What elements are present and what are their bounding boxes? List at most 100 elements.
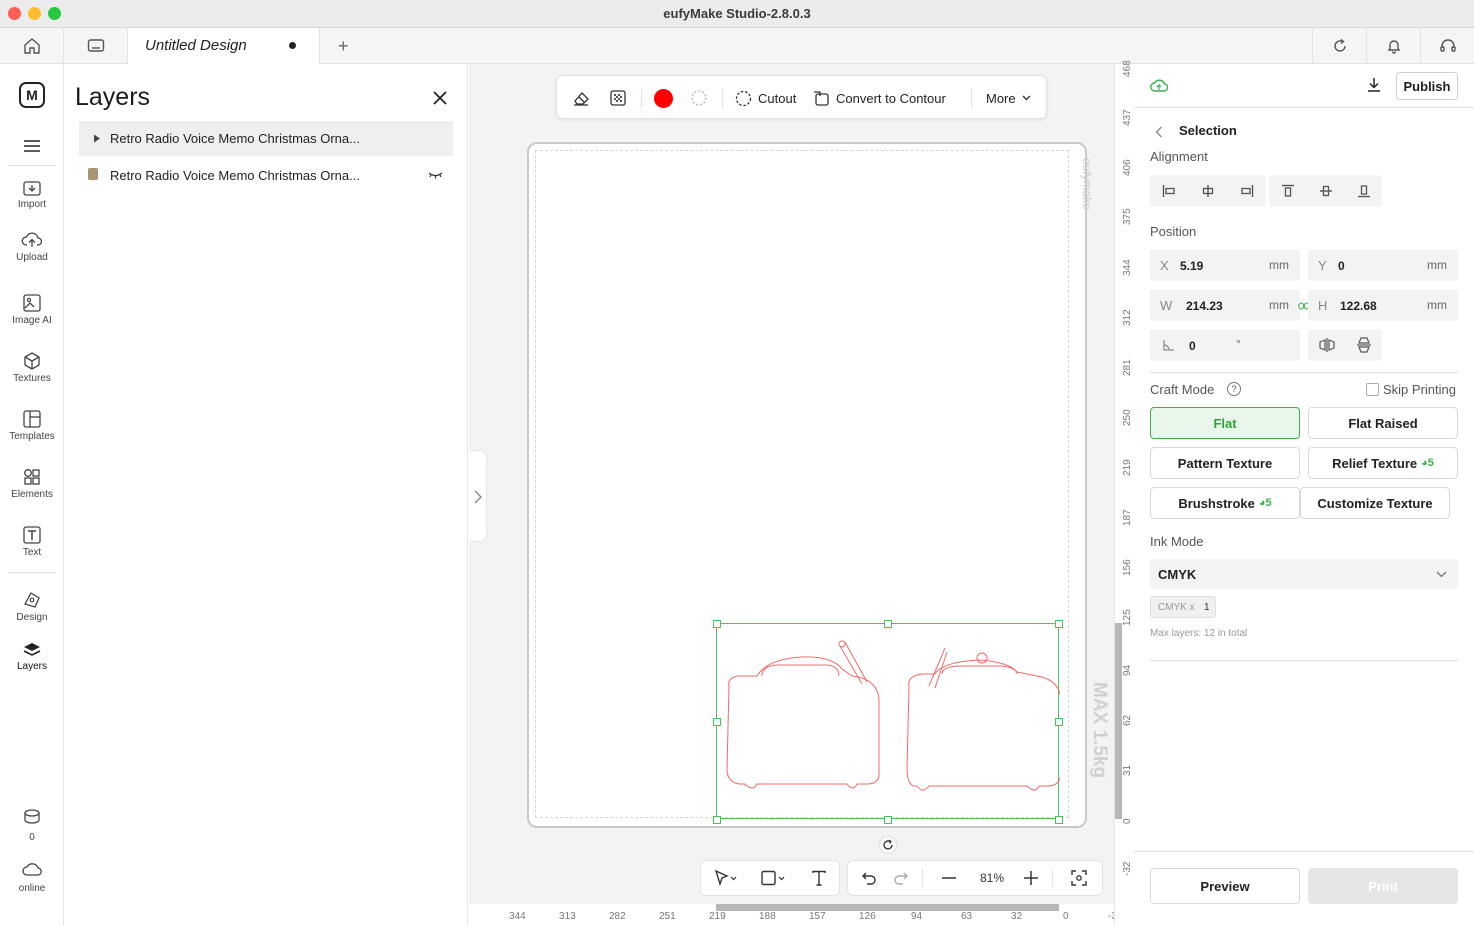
menu-button[interactable]: [23, 139, 41, 158]
align-top-button[interactable]: [1269, 176, 1307, 206]
undo-button[interactable]: [854, 861, 884, 895]
ink-mode-select[interactable]: CMYK: [1150, 559, 1458, 589]
y-key: Y: [1318, 258, 1327, 273]
close-panel-button[interactable]: [432, 90, 448, 111]
rotate-handle[interactable]: [879, 836, 897, 854]
align-center-button[interactable]: [1189, 176, 1227, 206]
layer-row[interactable]: Retro Radio Voice Memo Christmas Orna...: [79, 158, 453, 193]
fit-screen-icon: [1071, 870, 1087, 886]
horizontal-ruler: 344 313 282 251 219 188 157 126 94 63 32…: [469, 904, 1114, 926]
nav-layers[interactable]: Layers: [0, 641, 64, 672]
rotation-field[interactable]: 0 °: [1150, 329, 1300, 361]
redo-icon: [894, 872, 908, 885]
notifications-button[interactable]: [1366, 28, 1420, 64]
resize-handle[interactable]: [884, 816, 892, 824]
eraser-button[interactable]: [572, 76, 590, 120]
relief-texture-button[interactable]: Relief Texture ◕ 5: [1308, 447, 1458, 479]
rotation-value: 0: [1189, 339, 1196, 353]
more-label: More: [986, 90, 1016, 106]
select-tool-button[interactable]: [705, 861, 745, 895]
eye-closed-icon[interactable]: [428, 171, 443, 179]
home-button[interactable]: [0, 28, 64, 64]
resize-handle[interactable]: [1055, 620, 1063, 628]
help-icon[interactable]: ?: [1227, 382, 1241, 396]
nav-upload[interactable]: Upload: [0, 230, 64, 263]
y-field[interactable]: Y 0 mm: [1308, 249, 1458, 281]
align-right-button[interactable]: [1228, 176, 1266, 206]
align-bottom-button[interactable]: [1345, 176, 1383, 206]
flip-horizontal-button[interactable]: [1308, 330, 1346, 360]
nav-design[interactable]: Design: [0, 590, 64, 623]
cloud-sync-button[interactable]: [1150, 78, 1169, 98]
ink-chip-count: 1: [1204, 602, 1210, 613]
convert-contour-button[interactable]: Convert to Contour: [813, 76, 946, 120]
transparency-button[interactable]: [610, 76, 626, 120]
resize-handle[interactable]: [1055, 718, 1063, 726]
nav-text[interactable]: Text: [0, 525, 64, 558]
layer-group-row[interactable]: Retro Radio Voice Memo Christmas Orna...: [79, 121, 453, 156]
support-button[interactable]: [1420, 28, 1474, 64]
height-field[interactable]: H 122.68 mm: [1308, 289, 1458, 321]
resize-handle[interactable]: [713, 816, 721, 824]
coins-icon: [24, 809, 40, 824]
device-button[interactable]: [64, 28, 128, 64]
layer-thumbnail: [88, 168, 98, 180]
hamburger-icon: [24, 140, 40, 152]
tab-untitled-design[interactable]: Untitled Design: [128, 28, 320, 64]
publish-button[interactable]: Publish: [1396, 72, 1458, 100]
flip-vertical-button[interactable]: [1345, 330, 1383, 360]
nav-templates[interactable]: Templates: [0, 409, 64, 442]
cutout-button[interactable]: Cutout: [735, 76, 796, 120]
home-icon: [23, 38, 40, 54]
expand-handle[interactable]: [469, 450, 487, 542]
align-middle-button[interactable]: [1307, 176, 1345, 206]
color-swatch-button[interactable]: [654, 76, 673, 120]
refresh-button[interactable]: [1312, 28, 1366, 64]
pattern-texture-button[interactable]: Pattern Texture: [1150, 447, 1300, 479]
left-nav: M Import Upload Image AI Textures Templa…: [0, 64, 64, 926]
nav-image-ai[interactable]: Image AI: [0, 293, 64, 326]
align-center-icon: [1202, 185, 1214, 197]
window-title: eufyMake Studio-2.8.0.3: [663, 6, 811, 21]
zoom-level[interactable]: 81%: [972, 861, 1012, 895]
text-tool-button[interactable]: [803, 861, 835, 895]
flat-button[interactable]: Flat: [1150, 407, 1300, 439]
flat-raised-button[interactable]: Flat Raised: [1308, 407, 1458, 439]
nav-import[interactable]: Import: [0, 179, 64, 210]
nav-textures[interactable]: Textures: [0, 351, 64, 384]
new-tab-button[interactable]: +: [338, 36, 349, 57]
canvas-area[interactable]: Cutout Convert to Contour More eufymake …: [469, 64, 1114, 926]
connection-status[interactable]: online: [0, 861, 64, 894]
preview-button[interactable]: Preview: [1150, 868, 1300, 904]
expand-caret-icon[interactable]: [93, 134, 101, 143]
print-button[interactable]: Print: [1308, 868, 1458, 904]
width-field[interactable]: W 214.23 mm: [1150, 289, 1300, 321]
skip-printing-checkbox[interactable]: [1366, 383, 1379, 396]
ruler-tick: 468: [1122, 60, 1133, 77]
shape-tool-button[interactable]: [753, 861, 793, 895]
nav-elements[interactable]: Elements: [0, 467, 64, 500]
customize-texture-button[interactable]: Customize Texture: [1300, 487, 1450, 519]
zoom-in-button[interactable]: [1016, 861, 1046, 895]
credits[interactable]: 0: [0, 808, 64, 843]
align-top-icon: [1282, 184, 1294, 197]
zoom-out-button[interactable]: [934, 861, 964, 895]
x-field[interactable]: X 5.19 mm: [1150, 249, 1300, 281]
resize-handle[interactable]: [713, 718, 721, 726]
resize-handle[interactable]: [713, 620, 721, 628]
selection-box[interactable]: [713, 620, 1063, 824]
resize-handle[interactable]: [884, 620, 892, 628]
smart-select-button[interactable]: [690, 76, 708, 120]
redo-button[interactable]: [886, 861, 916, 895]
cloud-icon: [22, 863, 42, 876]
fit-view-button[interactable]: [1064, 861, 1094, 895]
back-button[interactable]: [1155, 125, 1163, 143]
download-button[interactable]: [1366, 77, 1382, 98]
resize-handle[interactable]: [1055, 816, 1063, 824]
more-dropdown[interactable]: More: [986, 76, 1031, 120]
layer-name: Retro Radio Voice Memo Christmas Orna...: [110, 168, 360, 183]
ruler-tick: 156: [1122, 559, 1133, 576]
ruler-tick: 313: [559, 911, 576, 922]
brushstroke-button[interactable]: Brushstroke ◕ 5: [1150, 487, 1300, 519]
align-left-button[interactable]: [1150, 176, 1188, 206]
